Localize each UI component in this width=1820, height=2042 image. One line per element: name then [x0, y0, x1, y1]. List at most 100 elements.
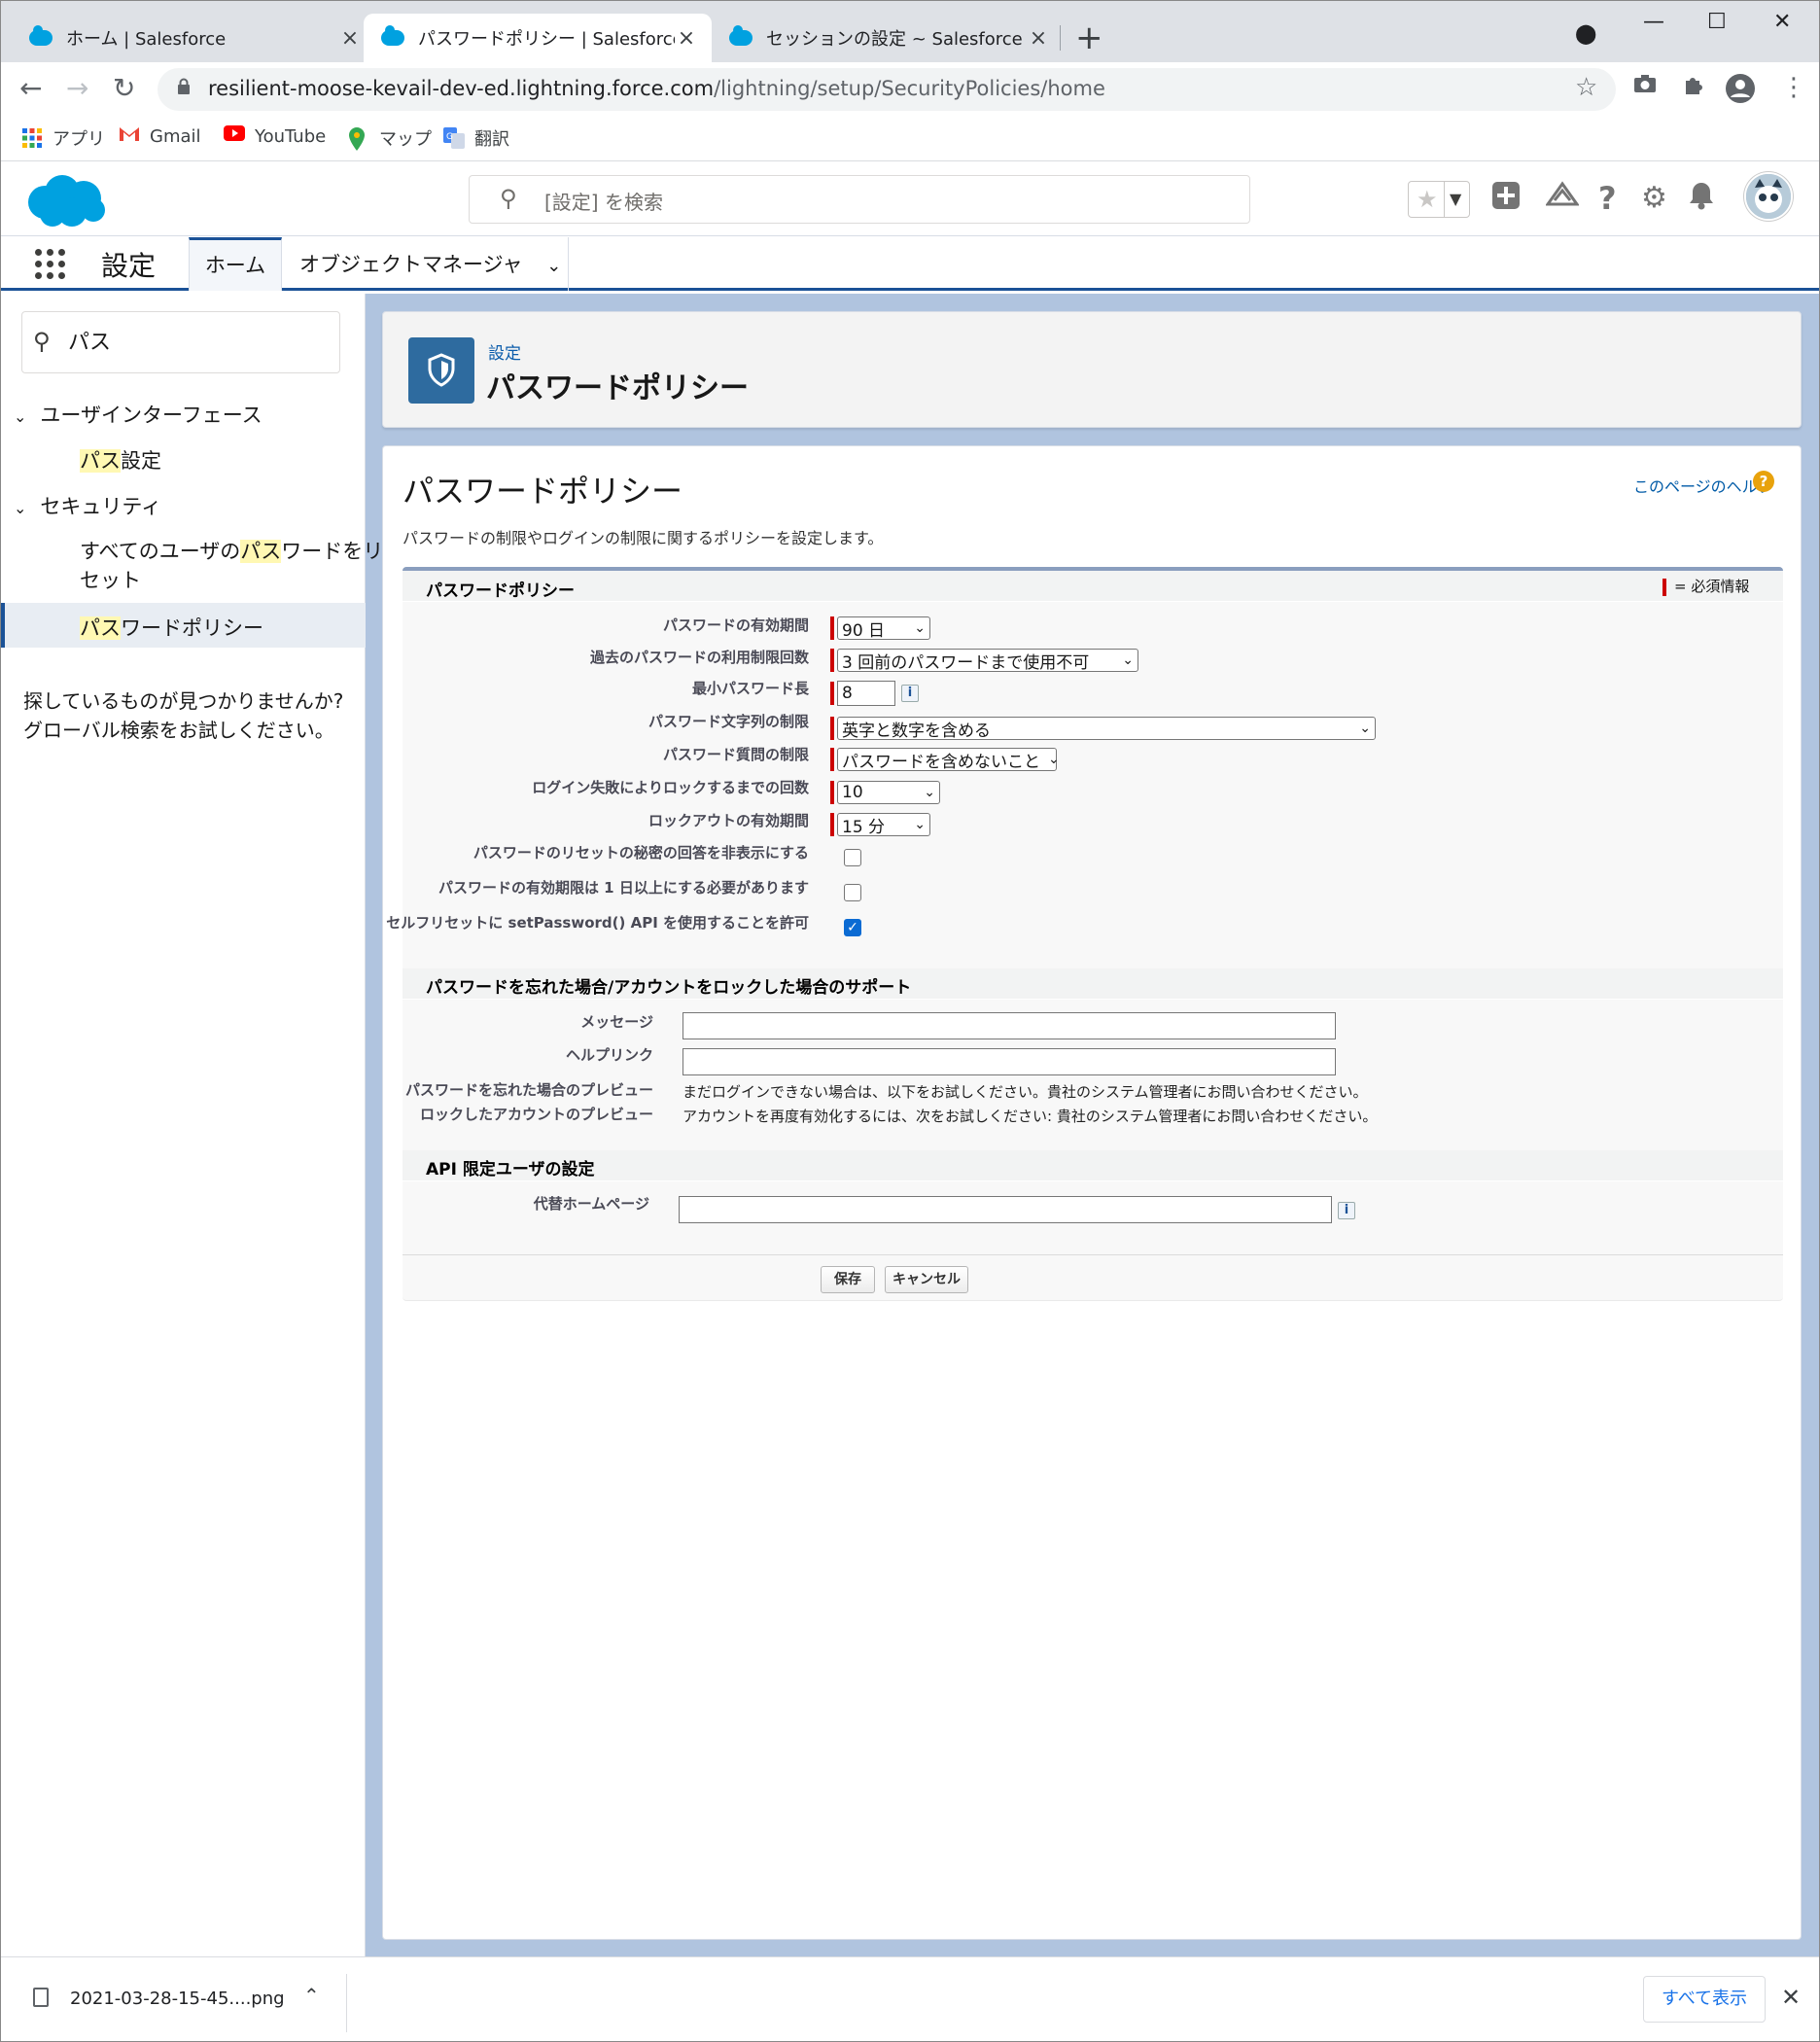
- password-history-select[interactable]: 3 回前のパスワードまで使用不可 ⌄: [830, 649, 1138, 673]
- min-length-field[interactable]: 8 i: [830, 681, 919, 706]
- field-label: メッセージ: [580, 1013, 653, 1031]
- notifications-bell-icon[interactable]: [1688, 181, 1715, 219]
- complexity-select[interactable]: 英字と数字を含める ⌄: [830, 717, 1376, 741]
- extensions-icon[interactable]: [1682, 73, 1705, 103]
- favorites-button[interactable]: ★ ▼: [1408, 181, 1470, 218]
- save-button[interactable]: 保存: [821, 1266, 875, 1293]
- field-label: パスワードを忘れた場合のプレビュー: [404, 1081, 653, 1099]
- browser-tab-session-settings[interactable]: セッションの設定 ~ Salesforce - Dev ×: [712, 14, 1050, 62]
- lockout-attempts-select[interactable]: 10 ⌄: [830, 781, 940, 804]
- user-avatar[interactable]: [1744, 172, 1793, 221]
- sidebar-item-reset-all-passwords[interactable]: すべてのユーザのパスワードをリ セット: [80, 537, 383, 595]
- setpassword-api-checkbox[interactable]: ✓: [844, 919, 861, 936]
- camera-icon[interactable]: [1633, 73, 1657, 100]
- close-window-button[interactable]: ✕: [1773, 10, 1791, 34]
- select-value: 3 回前のパスワードまで使用不可: [842, 652, 1090, 673]
- section-title: パスワードを忘れた場合/アカウントをロックした場合のサポート: [426, 978, 912, 998]
- tab-home[interactable]: ホーム: [189, 237, 282, 291]
- browser-tab-password-policy[interactable]: パスワードポリシー | Salesforce ×: [364, 14, 712, 62]
- bookmark-translate[interactable]: G 翻訳: [443, 125, 509, 151]
- tab-search-icon[interactable]: ⬤: [1575, 21, 1596, 45]
- tab-close-icon[interactable]: ×: [338, 26, 362, 51]
- forgot-preview-text: まだログインできない場合は、以下をお試しください。貴社のシステム管理者にお問い合…: [682, 1083, 1368, 1101]
- forward-button[interactable]: →: [66, 72, 88, 105]
- minimize-button[interactable]: —: [1643, 10, 1664, 34]
- url-host: resilient-moose-kevail-dev-ed.lightning.…: [208, 77, 715, 100]
- chevron-down-icon[interactable]: ⌄: [14, 407, 26, 426]
- setup-gear-icon[interactable]: ⚙: [1641, 181, 1667, 216]
- reload-button[interactable]: ↻: [113, 72, 135, 105]
- sidebar-item-label: ワードポリシー: [121, 616, 263, 640]
- bookmark-youtube[interactable]: YouTube: [224, 125, 326, 147]
- browser-tab-home[interactable]: ホーム | Salesforce ×: [0, 14, 362, 62]
- select-value: パスワードを含めないこと: [842, 752, 1040, 772]
- app-launcher-icon[interactable]: [35, 249, 66, 280]
- chrome-menu-icon[interactable]: ⋮: [1781, 73, 1806, 102]
- salesforce-favicon-icon: [729, 25, 752, 46]
- question-restriction-select[interactable]: パスワードを含めないこと ⌄: [830, 748, 1060, 772]
- select-box[interactable]: 3 回前のパスワードまで使用不可 ⌄: [837, 649, 1138, 673]
- section-header-password-policy: [402, 571, 1783, 602]
- trailhead-guidance-icon[interactable]: [1545, 181, 1580, 219]
- help-link-input[interactable]: [682, 1048, 1336, 1075]
- back-button[interactable]: ←: [19, 72, 42, 105]
- min-length-input[interactable]: 8: [837, 681, 895, 706]
- lock-icon[interactable]: [177, 78, 191, 94]
- maximize-button[interactable]: ☐: [1707, 10, 1727, 34]
- info-icon[interactable]: i: [901, 685, 919, 702]
- password-expiry-select[interactable]: 90 日 ⌄: [830, 616, 930, 641]
- show-all-downloads-button[interactable]: すべて表示: [1643, 1976, 1766, 2023]
- chevron-down-icon[interactable]: ▼: [1450, 190, 1461, 208]
- sidebar-item-label: すべてのユーザの: [80, 540, 241, 563]
- sidebar-item-path-settings[interactable]: パス設定: [80, 445, 161, 475]
- cancel-button[interactable]: キャンセル: [885, 1266, 968, 1293]
- chevron-down-icon[interactable]: ⌄: [14, 499, 26, 517]
- tab-object-manager[interactable]: オブジェクトマネージャ ⌄: [299, 249, 561, 278]
- select-box[interactable]: 90 日 ⌄: [837, 616, 930, 641]
- info-icon[interactable]: i: [1338, 1202, 1355, 1219]
- tab-close-icon[interactable]: ×: [675, 26, 698, 51]
- chevron-up-icon[interactable]: ⌃: [303, 1984, 320, 2007]
- download-filename[interactable]: 2021-03-28-15-45....png: [70, 1989, 285, 2009]
- breadcrumb[interactable]: 設定: [488, 339, 521, 364]
- required-marker: [830, 781, 834, 804]
- search-icon: ⚲: [33, 328, 51, 355]
- sidebar-item-password-policies[interactable]: パスワードポリシー: [80, 613, 263, 642]
- profile-icon[interactable]: [1725, 73, 1756, 111]
- new-tab-button[interactable]: +: [1075, 19, 1103, 56]
- select-box[interactable]: パスワードを含めないこと ⌄: [837, 748, 1060, 772]
- chevron-down-icon[interactable]: ⌄: [546, 256, 561, 276]
- apps-grid-icon: [21, 127, 43, 149]
- image-file-icon: [33, 1988, 49, 2007]
- close-download-bar-icon[interactable]: ✕: [1781, 1984, 1801, 2011]
- field-label: ヘルプリンク: [565, 1046, 653, 1064]
- salesforce-logo[interactable]: [23, 173, 107, 229]
- select-box[interactable]: 英字と数字を含める ⌄: [837, 717, 1376, 741]
- select-box[interactable]: 15 分 ⌄: [837, 813, 930, 837]
- tab-close-icon[interactable]: ×: [1027, 26, 1050, 51]
- translate-icon: G: [443, 127, 465, 149]
- bookmark-star-icon[interactable]: ☆: [1575, 73, 1597, 102]
- select-box[interactable]: 10 ⌄: [837, 781, 940, 804]
- alt-home-page-input[interactable]: [679, 1196, 1332, 1223]
- required-marker: [830, 682, 834, 705]
- required-marker: [830, 616, 834, 640]
- help-question-icon[interactable]: ?: [1753, 471, 1774, 492]
- min-one-day-checkbox[interactable]: [844, 884, 861, 901]
- tree-group-security[interactable]: ⌄ セキュリティ: [14, 491, 161, 520]
- bookmark-apps[interactable]: アプリ: [21, 125, 105, 151]
- tree-group-user-interface[interactable]: ⌄ ユーザインターフェース: [14, 400, 262, 429]
- tree-group-label: セキュリティ: [40, 495, 162, 518]
- bookmark-maps[interactable]: マップ: [348, 125, 432, 151]
- global-actions-icon[interactable]: [1491, 181, 1521, 219]
- hide-answer-checkbox[interactable]: [844, 849, 861, 866]
- help-link[interactable]: このページのヘルプ: [1633, 474, 1773, 497]
- chevron-down-icon: ⌄: [914, 620, 926, 636]
- message-input[interactable]: [682, 1012, 1336, 1039]
- page-block: [402, 567, 1783, 1301]
- help-icon[interactable]: ?: [1598, 181, 1617, 216]
- required-marker: [830, 649, 834, 672]
- lockout-period-select[interactable]: 15 分 ⌄: [830, 813, 930, 837]
- bookmark-gmail[interactable]: Gmail: [119, 125, 201, 147]
- chevron-down-icon: ⌄: [1359, 721, 1371, 736]
